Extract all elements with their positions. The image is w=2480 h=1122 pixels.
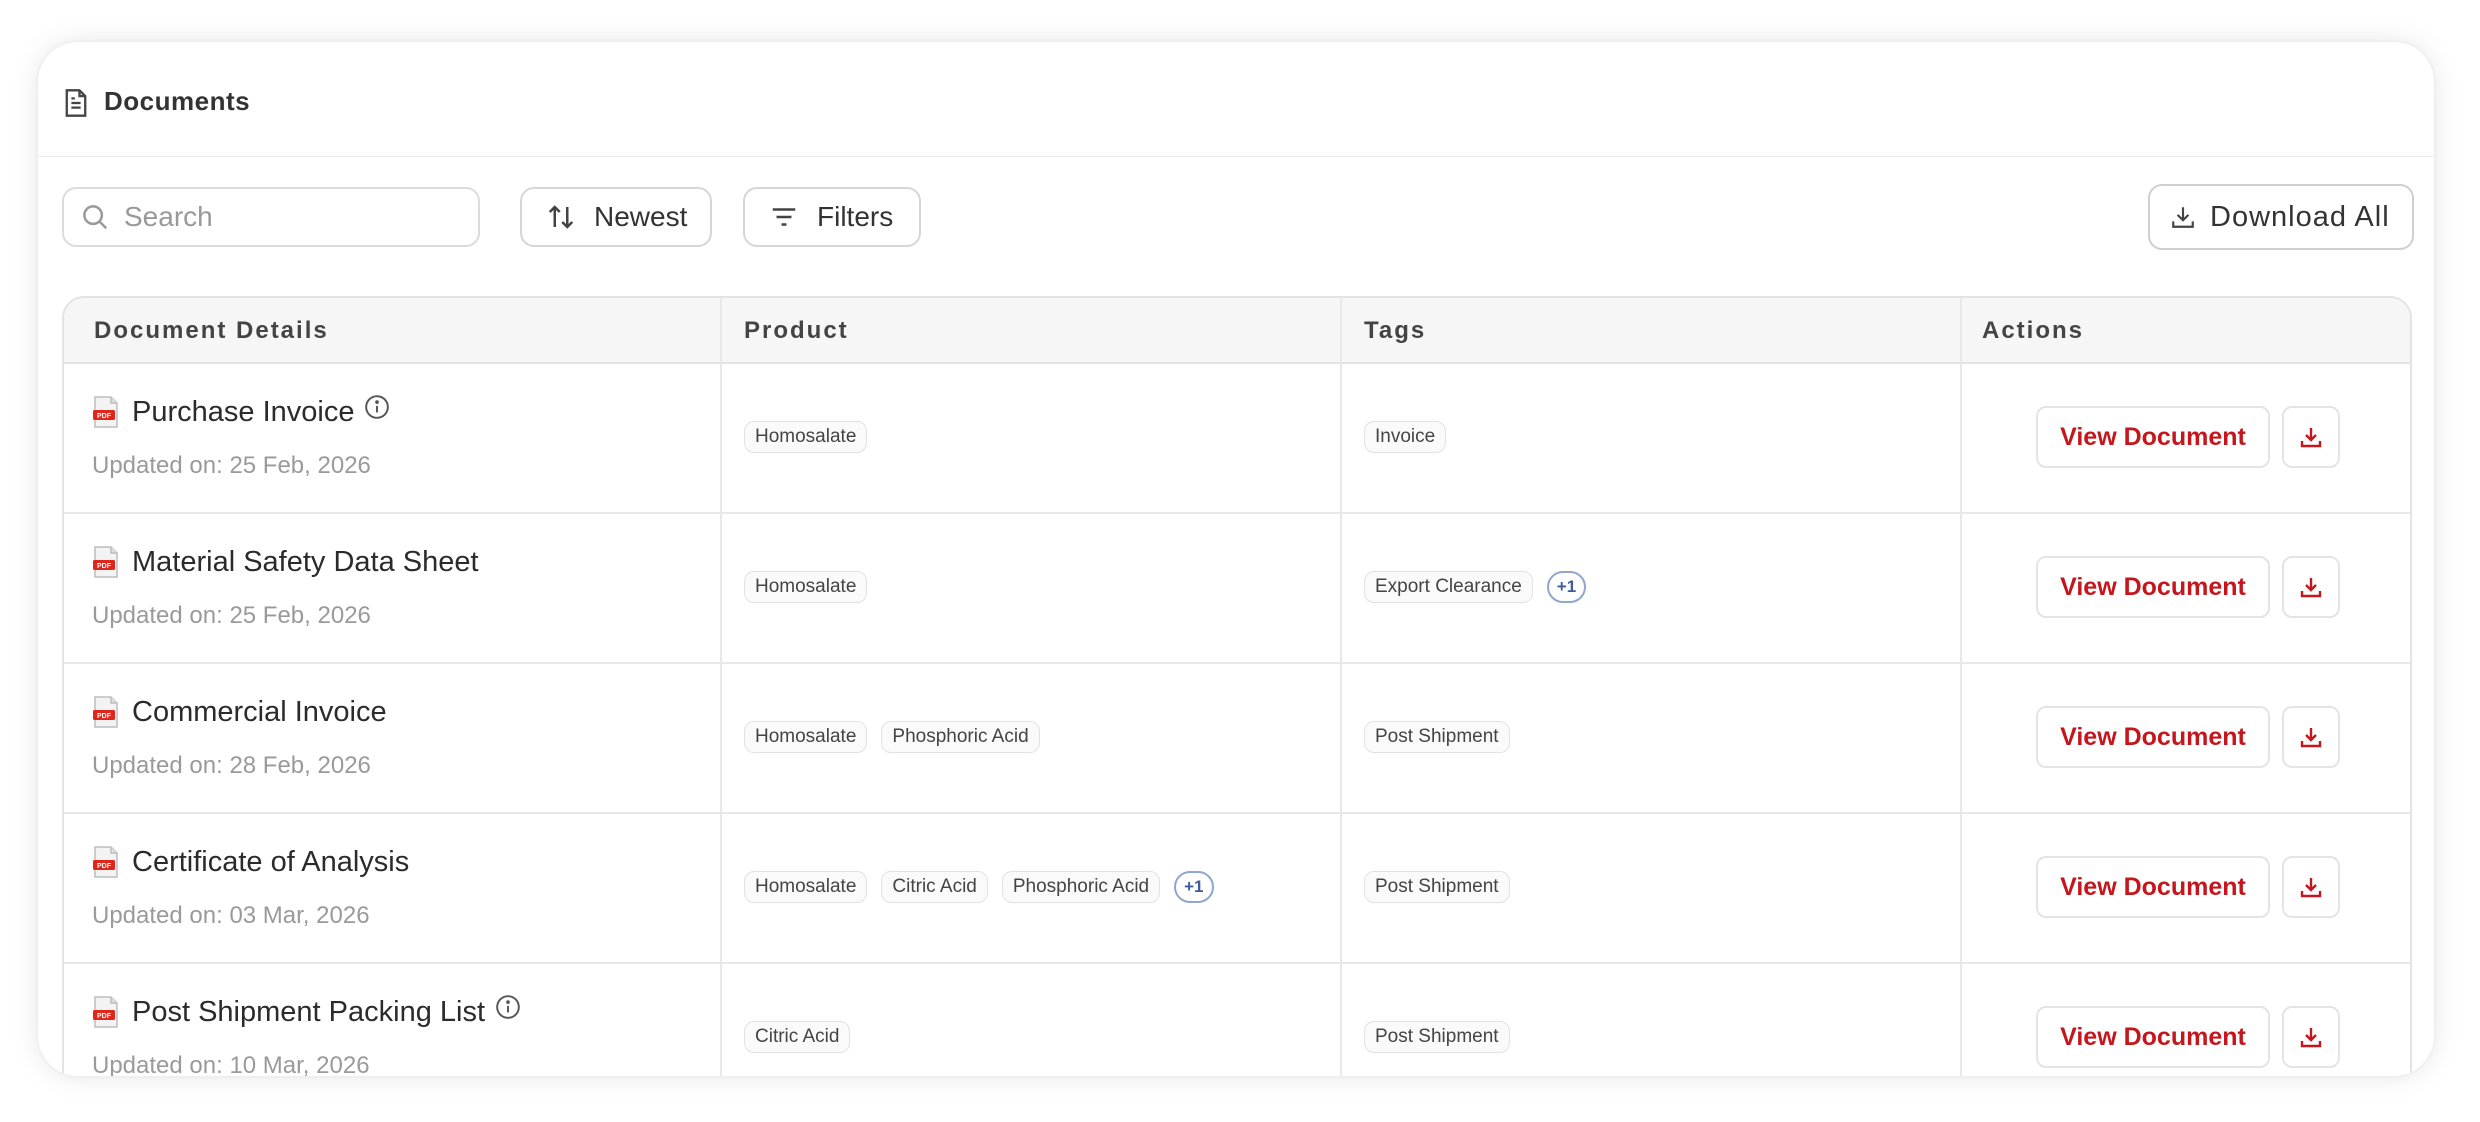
tag-chips: Post Shipment <box>1364 1021 1510 1053</box>
product-chips: Homosalate <box>744 421 868 453</box>
table-row: PDF Post Shipment Packing List Updated on:… <box>64 962 2410 1076</box>
document-title-text: Commercial Invoice <box>132 696 387 728</box>
document-title: Post Shipment Packing List <box>132 994 521 1029</box>
search-icon <box>83 205 108 230</box>
download-all-button[interactable]: Download All <box>2148 184 2414 250</box>
product-chip: Phosphoric Acid <box>881 721 1040 753</box>
tag-chip: Invoice <box>1364 421 1447 453</box>
column-header-actions: Actions <box>1982 317 2085 344</box>
svg-text:PDF: PDF <box>97 563 112 570</box>
product-chip: Citric Acid <box>744 1021 851 1053</box>
card-header: Documents <box>38 42 2434 157</box>
download-icon <box>2299 1025 2323 1049</box>
info-icon[interactable] <box>364 394 390 428</box>
sort-button[interactable]: Newest <box>520 187 712 247</box>
document-title-text: Post Shipment Packing List <box>132 996 486 1028</box>
document-updated-date: Updated on: 25 Feb, 2026 <box>92 452 371 479</box>
document-title-text: Purchase Invoice <box>132 396 355 428</box>
product-chip: Homosalate <box>744 421 868 453</box>
filter-icon <box>772 208 796 226</box>
document-updated-date: Updated on: 28 Feb, 2026 <box>92 752 371 779</box>
download-document-button[interactable] <box>2282 1006 2340 1068</box>
view-document-button[interactable]: View Document <box>2036 406 2270 468</box>
svg-text:PDF: PDF <box>97 863 112 870</box>
document-title: Certificate of Analysis <box>132 846 409 879</box>
download-document-button[interactable] <box>2282 406 2340 468</box>
column-divider <box>1960 298 1962 1076</box>
pdf-file-icon: PDF <box>92 996 120 1033</box>
product-chips: Homosalate Phosphoric Acid <box>744 721 1040 753</box>
tag-chip: Post Shipment <box>1364 721 1510 753</box>
more-tags-chip[interactable]: +1 <box>1546 571 1587 603</box>
page-title: Documents <box>104 86 251 116</box>
tag-chip: Post Shipment <box>1364 871 1510 903</box>
column-divider <box>720 298 722 1076</box>
product-chip: Phosphoric Acid <box>1001 871 1161 903</box>
tag-chips: Post Shipment <box>1364 871 1510 903</box>
column-header-tags: Tags <box>1364 317 1427 344</box>
product-chip: Homosalate <box>744 871 868 903</box>
product-chips: Citric Acid <box>744 1021 851 1053</box>
svg-text:PDF: PDF <box>97 1013 112 1020</box>
product-chip: Citric Acid <box>881 871 988 903</box>
search-box[interactable] <box>62 187 480 247</box>
column-header-document-details: Document Details <box>94 317 329 344</box>
table-row: PDF Purchase Invoice Updated on: 25 Feb, 2… <box>64 362 2410 514</box>
filters-button[interactable]: Filters <box>743 187 921 247</box>
tag-chips: Invoice <box>1364 421 1447 453</box>
view-document-button[interactable]: View Document <box>2036 556 2270 618</box>
product-chips: Homosalate Citric Acid Phosphoric Acid +1 <box>744 871 1214 903</box>
pdf-file-icon: PDF <box>92 696 120 733</box>
document-title-text: Certificate of Analysis <box>132 846 410 878</box>
info-icon[interactable] <box>495 994 521 1028</box>
table-header: Document Details Product Tags Actions <box>64 298 2410 364</box>
tag-chips: Export Clearance +1 <box>1364 571 1587 603</box>
product-chip: Homosalate <box>744 571 868 603</box>
download-icon <box>2299 875 2323 899</box>
document-icon <box>65 89 87 117</box>
download-document-button[interactable] <box>2282 706 2340 768</box>
pdf-file-icon: PDF <box>92 846 120 883</box>
document-title: Material Safety Data Sheet <box>132 546 479 579</box>
svg-text:PDF: PDF <box>97 713 112 720</box>
sort-label: Newest <box>594 201 688 232</box>
table-row: PDF Commercial Invoice Updated on: 28 Feb,… <box>64 662 2410 814</box>
view-document-button[interactable]: View Document <box>2036 706 2270 768</box>
document-title-text: Material Safety Data Sheet <box>132 546 479 578</box>
download-icon <box>2172 207 2194 228</box>
download-document-button[interactable] <box>2282 556 2340 618</box>
pdf-file-icon: PDF <box>92 546 120 583</box>
tag-chip: Export Clearance <box>1364 571 1533 603</box>
download-icon <box>2299 725 2323 749</box>
document-title: Purchase Invoice <box>132 394 390 429</box>
document-updated-date: Updated on: 10 Mar, 2026 <box>92 1052 370 1076</box>
svg-text:PDF: PDF <box>97 413 112 420</box>
table-row: PDF Material Safety Data Sheet Updated on:… <box>64 512 2410 664</box>
download-all-label: Download All <box>2210 200 2390 233</box>
pdf-file-icon: PDF <box>92 396 120 433</box>
product-chips: Homosalate <box>744 571 868 603</box>
table-row: PDF Certificate of Analysis Updated on: 03… <box>64 812 2410 964</box>
filters-label: Filters <box>817 201 894 232</box>
document-updated-date: Updated on: 25 Feb, 2026 <box>92 602 371 629</box>
view-document-button[interactable]: View Document <box>2036 1006 2270 1068</box>
view-document-button[interactable]: View Document <box>2036 856 2270 918</box>
product-chip: Homosalate <box>744 721 868 753</box>
documents-card: Documents Newest Filters Download All <box>38 42 2434 1076</box>
tag-chips: Post Shipment <box>1364 721 1510 753</box>
toolbar: Newest Filters Download All <box>38 184 2434 251</box>
document-updated-date: Updated on: 03 Mar, 2026 <box>92 902 370 929</box>
column-header-product: Product <box>744 317 849 344</box>
download-icon <box>2299 575 2323 599</box>
sort-icon <box>548 205 574 229</box>
download-document-button[interactable] <box>2282 856 2340 918</box>
more-products-chip[interactable]: +1 <box>1174 871 1214 903</box>
document-title: Commercial Invoice <box>132 696 387 729</box>
download-icon <box>2299 425 2323 449</box>
documents-table: Document Details Product Tags Actions PD… <box>62 296 2412 1076</box>
search-input[interactable] <box>122 200 446 234</box>
column-divider <box>1340 298 1342 1076</box>
tag-chip: Post Shipment <box>1364 1021 1510 1053</box>
